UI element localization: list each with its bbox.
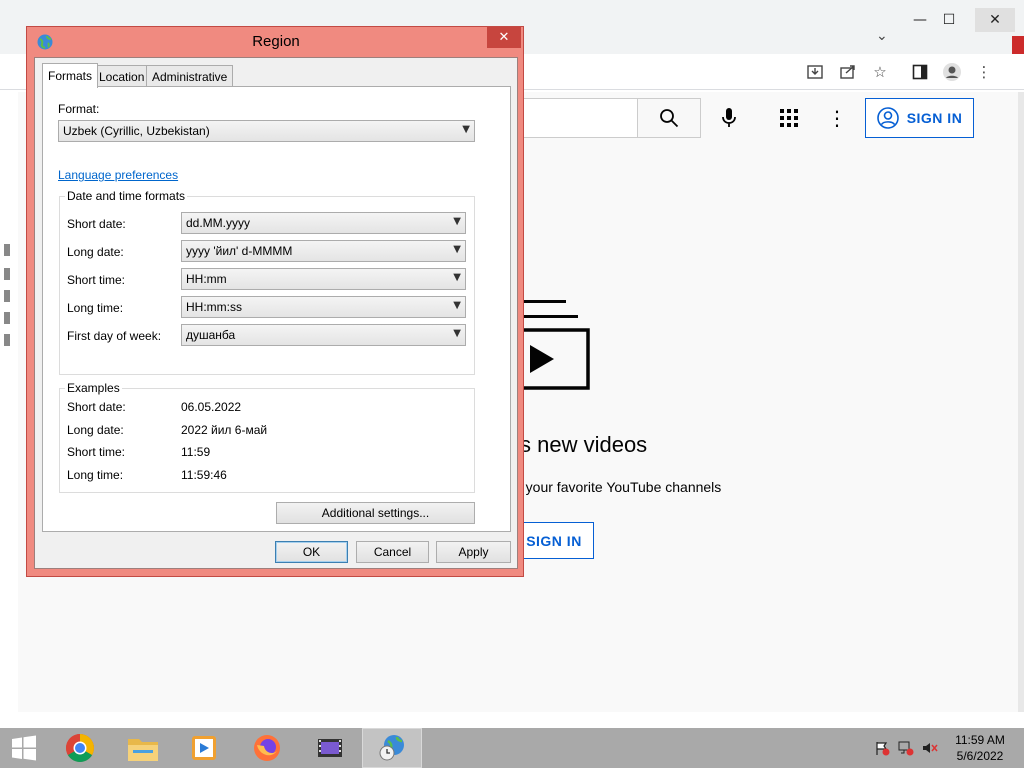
- bookmark-star-icon[interactable]: ☆: [868, 60, 892, 84]
- side-panel-icon[interactable]: [908, 60, 932, 84]
- additional-settings-button[interactable]: Additional settings...: [276, 502, 475, 524]
- taskbar-chrome[interactable]: [50, 728, 110, 768]
- youtube-tab-icon: [1012, 36, 1024, 54]
- youtube-empty-heading: s new videos: [520, 432, 648, 457]
- clock-date: 5/6/2022: [956, 749, 1004, 763]
- example-short-time-value: 11:59: [181, 445, 211, 459]
- example-short-time-label: Short time:: [67, 445, 126, 459]
- browser-menu-icon[interactable]: ⋮: [972, 60, 996, 84]
- long-date-label: Long date:: [67, 245, 124, 259]
- install-icon[interactable]: [803, 60, 827, 84]
- left-edge-artifacts: [4, 244, 10, 346]
- format-select[interactable]: Uzbek (Cyrillic, Uzbekistan) ▼: [58, 120, 475, 142]
- language-preferences-link[interactable]: Language preferences: [58, 168, 178, 182]
- browser-close-button[interactable]: ✕: [975, 8, 1015, 32]
- taskbar-movie-maker[interactable]: [300, 728, 360, 768]
- youtube-more-icon[interactable]: ⋮: [821, 102, 853, 134]
- dialog-close-button[interactable]: ✕: [487, 27, 521, 48]
- chevron-down-icon: ▼: [462, 124, 470, 135]
- long-time-value: HH:mm:ss: [186, 300, 242, 314]
- youtube-sign-in-cta[interactable]: SIGN IN: [515, 522, 594, 559]
- apply-button[interactable]: Apply: [436, 541, 511, 563]
- film-icon: [318, 739, 342, 757]
- format-select-value: Uzbek (Cyrillic, Uzbekistan): [63, 124, 210, 138]
- firefox-icon: [254, 735, 280, 761]
- example-short-date-value: 06.05.2022: [181, 400, 242, 414]
- date-time-formats-group: Date and time formats Short date: dd.MM.…: [59, 189, 475, 375]
- chevron-down-icon: ▼: [453, 244, 461, 255]
- chevron-down-icon: ▼: [453, 300, 461, 311]
- first-day-label: First day of week:: [67, 329, 162, 343]
- share-icon[interactable]: [836, 60, 860, 84]
- dialog-title: Region: [252, 33, 300, 50]
- example-short-date-label: Short date:: [67, 400, 126, 414]
- long-date-value: yyyy 'йил' d-MMMM: [186, 244, 293, 258]
- network-icon[interactable]: [897, 740, 915, 756]
- long-time-select[interactable]: HH:mm:ss ▼: [181, 296, 466, 318]
- example-long-date-value: 2022 йил 6-май: [181, 423, 268, 437]
- ok-button[interactable]: OK: [275, 541, 348, 563]
- taskbar-clock[interactable]: 11:59 AM 5/6/2022: [940, 732, 1020, 764]
- tab-list-chevron-icon[interactable]: ⌄: [876, 28, 888, 44]
- taskbar-file-explorer[interactable]: [113, 728, 173, 768]
- short-time-value: HH:mm: [186, 272, 227, 286]
- chevron-down-icon: ▼: [453, 328, 461, 339]
- taskbar-media-player[interactable]: [174, 728, 234, 768]
- chevron-down-icon: ▼: [453, 216, 461, 227]
- volume-muted-icon[interactable]: [921, 740, 939, 756]
- maximize-button[interactable]: ☐: [932, 8, 966, 32]
- youtube-sign-in-button[interactable]: SIGN IN: [865, 98, 974, 138]
- taskbar-firefox[interactable]: [237, 728, 297, 768]
- tab-formats[interactable]: Formats: [42, 63, 99, 88]
- first-day-select[interactable]: душанба ▼: [181, 324, 466, 346]
- tab-administrative[interactable]: Administrative: [146, 65, 234, 87]
- youtube-empty-subtext: o your favorite YouTube channels: [514, 479, 722, 495]
- short-date-label: Short date:: [67, 217, 126, 231]
- examples-group: Examples Short date: 06.05.2022 Long dat…: [59, 381, 475, 493]
- microphone-icon[interactable]: [713, 102, 745, 134]
- taskbar-region[interactable]: [362, 728, 422, 768]
- cancel-button[interactable]: Cancel: [356, 541, 429, 563]
- youtube-search-button[interactable]: [637, 98, 701, 138]
- windows-logo-icon: [12, 735, 36, 761]
- short-date-value: dd.MM.yyyy: [186, 216, 251, 230]
- example-long-time-value: 11:59:46: [181, 468, 227, 482]
- action-center-flag-icon[interactable]: [873, 740, 891, 756]
- search-icon: [660, 109, 679, 128]
- region-clock-globe-icon: [379, 735, 404, 761]
- start-button[interactable]: [0, 728, 48, 768]
- clock-time: 11:59 AM: [955, 733, 1005, 747]
- profile-avatar-icon[interactable]: [940, 60, 964, 84]
- first-day-value: душанба: [186, 328, 236, 342]
- long-date-select[interactable]: yyyy 'йил' d-MMMM ▼: [181, 240, 466, 262]
- account-icon: [876, 107, 899, 129]
- folder-icon: [128, 739, 158, 761]
- youtube-sign-in-label: SIGN IN: [906, 110, 963, 126]
- examples-title: Examples: [65, 381, 122, 395]
- dialog-client-area: Formats Location Administrative Format: …: [34, 57, 518, 569]
- browser-scrollbar[interactable]: [1018, 92, 1024, 712]
- date-time-formats-title: Date and time formats: [65, 189, 188, 203]
- format-label: Format:: [58, 102, 100, 116]
- example-long-date-label: Long date:: [67, 423, 124, 437]
- chrome-icon: [66, 734, 94, 762]
- short-time-select[interactable]: HH:mm ▼: [181, 268, 466, 290]
- short-date-select[interactable]: dd.MM.yyyy ▼: [181, 212, 466, 234]
- region-dialog: Region ✕ Formats Location Administrative…: [26, 26, 524, 577]
- example-long-time-label: Long time:: [67, 468, 124, 482]
- apps-grid-icon[interactable]: [773, 102, 805, 134]
- chevron-down-icon: ▼: [453, 272, 461, 283]
- media-player-icon: [192, 736, 216, 760]
- subscriptions-icon: [520, 300, 590, 390]
- formats-tab-panel: Format: Uzbek (Cyrillic, Uzbekistan) ▼ L…: [42, 86, 511, 532]
- tab-location[interactable]: Location: [93, 65, 151, 87]
- taskbar: 11:59 AM 5/6/2022: [0, 728, 1024, 768]
- short-time-label: Short time:: [67, 273, 126, 287]
- long-time-label: Long time:: [67, 301, 124, 315]
